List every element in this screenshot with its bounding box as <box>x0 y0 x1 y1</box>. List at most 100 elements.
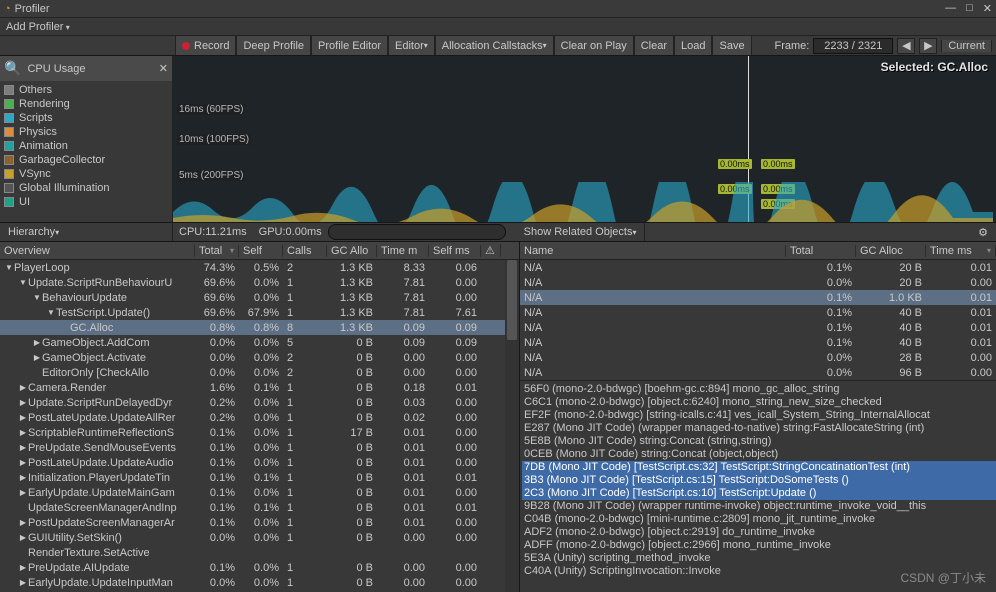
col-total[interactable]: Total▾ <box>195 245 239 257</box>
table-row[interactable]: ▶PostLateUpdate.UpdateAllRer 0.2% 0.0% 1… <box>0 410 519 425</box>
table-row[interactable]: N/A 0.1% 1.0 KB 0.01 <box>520 290 996 305</box>
col-gcalloc[interactable]: GC Allo <box>327 245 377 257</box>
table-row[interactable]: N/A 0.0% 96 B 0.00 <box>520 365 996 380</box>
fold-icon[interactable]: ▶ <box>18 428 28 437</box>
table-row[interactable]: N/A 0.0% 28 B 0.00 <box>520 350 996 365</box>
category-item[interactable]: Scripts <box>4 111 168 125</box>
col-warn[interactable]: ⚠ <box>481 244 501 257</box>
stack-line[interactable]: EF2F (mono-2.0-bdwgc) [string-icalls.c:4… <box>522 409 996 422</box>
fold-icon[interactable]: ▶ <box>32 353 42 362</box>
fold-icon[interactable]: ▼ <box>4 263 14 272</box>
fold-icon[interactable]: ▶ <box>18 563 28 572</box>
fold-icon[interactable]: ▶ <box>18 473 28 482</box>
fold-icon[interactable]: ▶ <box>18 443 28 452</box>
fold-icon[interactable]: ▶ <box>18 518 28 527</box>
related-objects-dropdown[interactable]: Show Related Objects <box>516 223 646 241</box>
stack-line[interactable]: 9B28 (Mono JIT Code) (wrapper runtime-in… <box>522 500 996 513</box>
table-row[interactable]: ▶ScriptableRuntimeReflectionS 0.1% 0.0% … <box>0 425 519 440</box>
frame-input[interactable] <box>813 38 893 54</box>
table-row[interactable]: ▶PostUpdateScreenManagerAr 0.1% 0.0% 1 0… <box>0 515 519 530</box>
table-row[interactable]: ▶GameObject.Activate 0.0% 0.0% 2 0 B 0.0… <box>0 350 519 365</box>
table-row[interactable]: ▶PreUpdate.SendMouseEvents 0.1% 0.0% 1 0… <box>0 440 519 455</box>
table-row[interactable]: GC.Alloc 0.8% 0.8% 8 1.3 KB 0.09 0.09 <box>0 320 519 335</box>
table-row[interactable]: ▶Camera.Render 1.6% 0.1% 1 0 B 0.18 0.01 <box>0 380 519 395</box>
category-item[interactable]: Rendering <box>4 97 168 111</box>
stack-line[interactable]: 56F0 (mono-2.0-bdwgc) [boehm-gc.c:894] m… <box>522 383 996 396</box>
fold-icon[interactable]: ▶ <box>18 578 28 587</box>
table-row[interactable]: N/A 0.1% 40 B 0.01 <box>520 305 996 320</box>
table-row[interactable]: ▶EarlyUpdate.UpdateInputMan 0.0% 0.0% 1 … <box>0 575 519 590</box>
table-row[interactable]: ▶GameObject.AddCom 0.0% 0.0% 5 0 B 0.09 … <box>0 335 519 350</box>
clear-button[interactable]: Clear <box>634 36 674 55</box>
fold-icon[interactable]: ▼ <box>32 293 42 302</box>
deep-profile-button[interactable]: Deep Profile <box>236 36 311 55</box>
view-mode-dropdown[interactable]: Hierarchy <box>0 223 173 241</box>
save-button[interactable]: Save <box>712 36 751 55</box>
col-gcalloc-r[interactable]: GC Alloc <box>856 245 926 257</box>
fold-icon[interactable]: ▼ <box>18 278 28 287</box>
clear-on-play-button[interactable]: Clear on Play <box>554 36 634 55</box>
allocation-callstacks-dropdown[interactable]: Allocation Callstacks <box>435 36 554 55</box>
maximize-icon[interactable]: □ <box>966 2 973 15</box>
category-item[interactable]: Animation <box>4 139 168 153</box>
gear-icon[interactable]: ⚙ <box>970 226 996 239</box>
col-total-r[interactable]: Total <box>786 245 856 257</box>
table-row[interactable]: N/A 0.1% 40 B 0.01 <box>520 335 996 350</box>
table-row[interactable]: RenderTexture.SetActive <box>0 545 519 560</box>
load-button[interactable]: Load <box>674 36 712 55</box>
col-overview[interactable]: Overview <box>0 245 195 257</box>
col-name[interactable]: Name <box>520 245 786 257</box>
col-selfms[interactable]: Self ms <box>429 245 481 257</box>
col-calls[interactable]: Calls <box>283 245 327 257</box>
stack-line[interactable]: ADF2 (mono-2.0-bdwgc) [object.c:2919] do… <box>522 526 996 539</box>
profile-editor-button[interactable]: Profile Editor <box>311 36 388 55</box>
stack-line[interactable]: 0CEB (Mono JIT Code) string:Concat (obje… <box>522 448 996 461</box>
frame-next-button[interactable]: ▶ <box>919 38 937 54</box>
stack-line[interactable]: C6C1 (mono-2.0-bdwgc) [object.c:6240] mo… <box>522 396 996 409</box>
category-item[interactable]: Global Illumination <box>4 181 168 195</box>
close-icon[interactable]: ✕ <box>983 2 992 15</box>
fold-icon[interactable]: ▶ <box>18 533 28 542</box>
stack-line[interactable]: 3B3 (Mono JIT Code) [TestScript.cs:15] T… <box>522 474 996 487</box>
sidebar-close-icon[interactable]: ✕ <box>159 62 168 75</box>
profiler-graph[interactable]: Selected: GC.Alloc 16ms (60FPS) 10ms (10… <box>173 56 996 222</box>
fold-icon[interactable]: ▶ <box>18 398 28 407</box>
editor-dropdown[interactable]: Editor <box>388 36 435 55</box>
stack-line[interactable]: ADFF (mono-2.0-bdwgc) [object.c:2966] mo… <box>522 539 996 552</box>
table-row[interactable]: ▶GUIUtility.SetSkin() 0.0% 0.0% 1 0 B 0.… <box>0 530 519 545</box>
table-row[interactable]: ▶EarlyUpdate.UpdateMainGam 0.1% 0.0% 1 0… <box>0 485 519 500</box>
table-row[interactable]: ▶PreUpdate.AIUpdate 0.1% 0.0% 1 0 B 0.00… <box>0 560 519 575</box>
fold-icon[interactable]: ▶ <box>18 383 28 392</box>
scrollbar-v[interactable] <box>505 260 519 592</box>
category-item[interactable]: VSync <box>4 167 168 181</box>
fold-icon[interactable]: ▶ <box>32 338 42 347</box>
table-row[interactable]: ▶Update.ScriptRunDelayedDyr 0.2% 0.0% 1 … <box>0 395 519 410</box>
table-row[interactable]: ▶Initialization.PlayerUpdateTin 0.1% 0.1… <box>0 470 519 485</box>
table-row[interactable]: EditorOnly [CheckAllo 0.0% 0.0% 2 0 B 0.… <box>0 365 519 380</box>
table-row[interactable]: ▼BehaviourUpdate 69.6% 0.0% 1 1.3 KB 7.8… <box>0 290 519 305</box>
table-row[interactable]: UpdateScreenManagerAndInp 0.1% 0.1% 1 0 … <box>0 500 519 515</box>
category-item[interactable]: UI <box>4 195 168 209</box>
table-row[interactable]: ▼PlayerLoop 74.3% 0.5% 2 1.3 KB 8.33 0.0… <box>0 260 519 275</box>
stack-line[interactable]: E287 (Mono JIT Code) (wrapper managed-to… <box>522 422 996 435</box>
fold-icon[interactable]: ▼ <box>46 308 56 317</box>
record-button[interactable]: Record <box>175 36 236 55</box>
search-input[interactable] <box>328 224 506 240</box>
stack-line[interactable]: C04B (mono-2.0-bdwgc) [mini-runtime.c:28… <box>522 513 996 526</box>
table-row[interactable]: ▼TestScript.Update() 69.6% 67.9% 1 1.3 K… <box>0 305 519 320</box>
table-row[interactable]: N/A 0.1% 40 B 0.01 <box>520 320 996 335</box>
col-timems[interactable]: Time m <box>377 245 429 257</box>
fold-icon[interactable]: ▶ <box>18 458 28 467</box>
table-row[interactable]: ▼Update.ScriptRunBehaviourU 69.6% 0.0% 1… <box>0 275 519 290</box>
table-row[interactable]: ▶PostLateUpdate.UpdateAudio 0.1% 0.0% 1 … <box>0 455 519 470</box>
category-item[interactable]: Others <box>4 83 168 97</box>
stack-line[interactable]: 7DB (Mono JIT Code) [TestScript.cs:32] T… <box>522 461 996 474</box>
frame-prev-button[interactable]: ◀ <box>897 38 915 54</box>
col-self[interactable]: Self <box>239 245 283 257</box>
fold-icon[interactable]: ▶ <box>18 413 28 422</box>
minimize-icon[interactable]: — <box>945 2 956 15</box>
table-row[interactable]: N/A 0.0% 20 B 0.00 <box>520 275 996 290</box>
stack-line[interactable]: 2C3 (Mono JIT Code) [TestScript.cs:10] T… <box>522 487 996 500</box>
stack-line[interactable]: 5E3A (Unity) scripting_method_invoke <box>522 552 996 565</box>
category-item[interactable]: GarbageCollector <box>4 153 168 167</box>
